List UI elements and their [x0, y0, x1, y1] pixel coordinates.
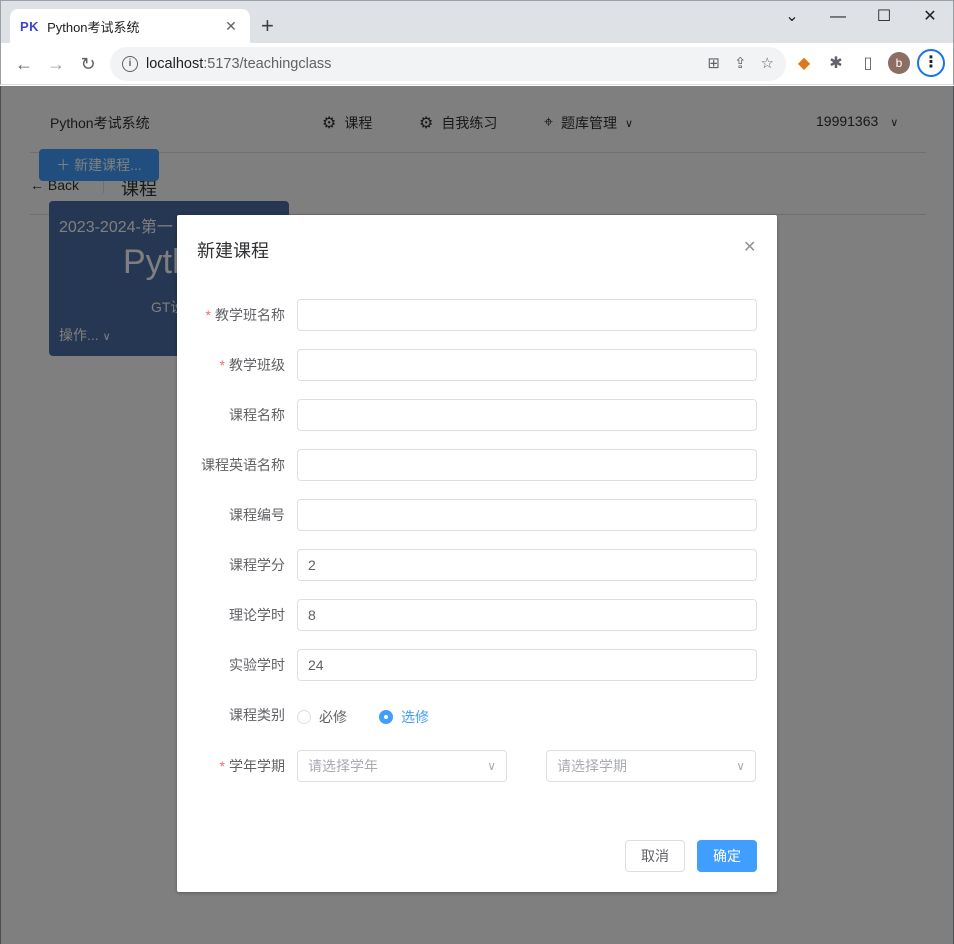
tab-search-icon[interactable]: ⌄ — [769, 5, 815, 29]
class-name-input[interactable] — [297, 299, 757, 331]
credits-input[interactable] — [297, 549, 757, 581]
site-info-icon[interactable]: i — [122, 56, 138, 72]
metamask-extension-icon[interactable]: ◆ — [792, 52, 816, 76]
translate-icon[interactable]: ⊞ — [707, 54, 720, 72]
chevron-down-icon: ∨ — [736, 759, 745, 773]
course-name-input[interactable] — [297, 399, 757, 431]
field-label: * 教学班级 — [219, 357, 285, 373]
form-row-theory-hours: 理论学时 — [177, 599, 777, 631]
class-group-input[interactable] — [297, 349, 757, 381]
maximize-icon[interactable]: ☐ — [861, 5, 907, 29]
favicon-icon: PK — [20, 19, 40, 34]
course-code-input[interactable] — [297, 499, 757, 531]
extensions-puzzle-icon[interactable]: ✱ — [824, 52, 848, 76]
form-row-english-name: 课程英语名称 — [177, 449, 777, 481]
forward-arrow-icon[interactable]: → — [43, 51, 69, 77]
new-tab-icon[interactable]: + — [261, 15, 274, 37]
field-label: 课程类别 — [229, 707, 285, 723]
field-label: 课程名称 — [229, 407, 285, 423]
radio-checked-icon — [379, 710, 393, 724]
url-text: localhost:5173/teachingclass — [146, 56, 332, 72]
side-panel-icon[interactable]: ▯ — [856, 52, 880, 76]
dialog-title: 新建课程 — [197, 241, 269, 261]
browser-menu-icon[interactable]: ⋮ — [917, 49, 945, 77]
browser-tab[interactable]: PK Python考试系统 ✕ — [10, 9, 250, 44]
field-label: 理论学时 — [229, 607, 285, 623]
radio-circle-icon — [297, 710, 311, 724]
form-row-credits: 课程学分 — [177, 549, 777, 581]
field-label: 课程英语名称 — [201, 457, 285, 473]
window-close-icon[interactable]: ✕ — [907, 5, 953, 29]
english-name-input[interactable] — [297, 449, 757, 481]
chevron-down-icon: ∨ — [487, 759, 496, 773]
form-row-term: * 学年学期 请选择学年 ∨ 请选择学期 ∨ — [177, 750, 777, 782]
semester-select[interactable]: 请选择学期 ∨ — [546, 750, 756, 782]
close-tab-icon[interactable]: ✕ — [222, 18, 240, 35]
form-row-course-name: 课程名称 — [177, 399, 777, 431]
theory-hours-input[interactable] — [297, 599, 757, 631]
year-select[interactable]: 请选择学年 ∨ — [297, 750, 507, 782]
field-label: 实验学时 — [229, 657, 285, 673]
share-icon[interactable]: ⇪ — [734, 54, 747, 72]
field-label: * 学年学期 — [219, 758, 285, 774]
form-row-lab-hours: 实验学时 — [177, 649, 777, 681]
lab-hours-input[interactable] — [297, 649, 757, 681]
bookmark-star-icon[interactable]: ☆ — [761, 54, 774, 72]
radio-elective-course[interactable]: 选修 — [379, 707, 429, 727]
back-arrow-icon[interactable]: ← — [11, 51, 37, 77]
minimize-icon[interactable]: — — [815, 5, 861, 29]
tab-title: Python考试系统 — [47, 20, 140, 35]
profile-avatar[interactable]: b — [888, 52, 910, 74]
form-row-class-group: * 教学班级 — [177, 349, 777, 381]
radio-required-course[interactable]: 必修 — [297, 707, 347, 727]
reload-icon[interactable]: ↻ — [75, 51, 101, 77]
new-course-dialog: 新建课程 ✕ * 教学班名称 * 教学班级 课程名称 课程英语名称 课程编号 课程学… — [177, 215, 777, 892]
address-bar[interactable]: i localhost:5173/teachingclass ⊞ ⇪ ☆ — [110, 47, 786, 81]
cancel-button[interactable]: 取消 — [625, 840, 685, 872]
confirm-button[interactable]: 确定 — [697, 840, 757, 872]
field-label: 课程编号 — [229, 507, 285, 523]
form-row-category: 课程类别 必修 选修 — [177, 699, 777, 731]
form-row-class-name: * 教学班名称 — [177, 299, 777, 331]
field-label: 课程学分 — [229, 557, 285, 573]
browser-tabstrip: PK Python考试系统 ✕ + ⌄ — ☐ ✕ — [0, 0, 954, 44]
field-label: * 教学班名称 — [205, 307, 285, 323]
form-row-course-code: 课程编号 — [177, 499, 777, 531]
browser-toolbar: ← → ↻ i localhost:5173/teachingclass ⊞ ⇪… — [0, 43, 954, 85]
close-icon[interactable]: ✕ — [743, 237, 756, 257]
